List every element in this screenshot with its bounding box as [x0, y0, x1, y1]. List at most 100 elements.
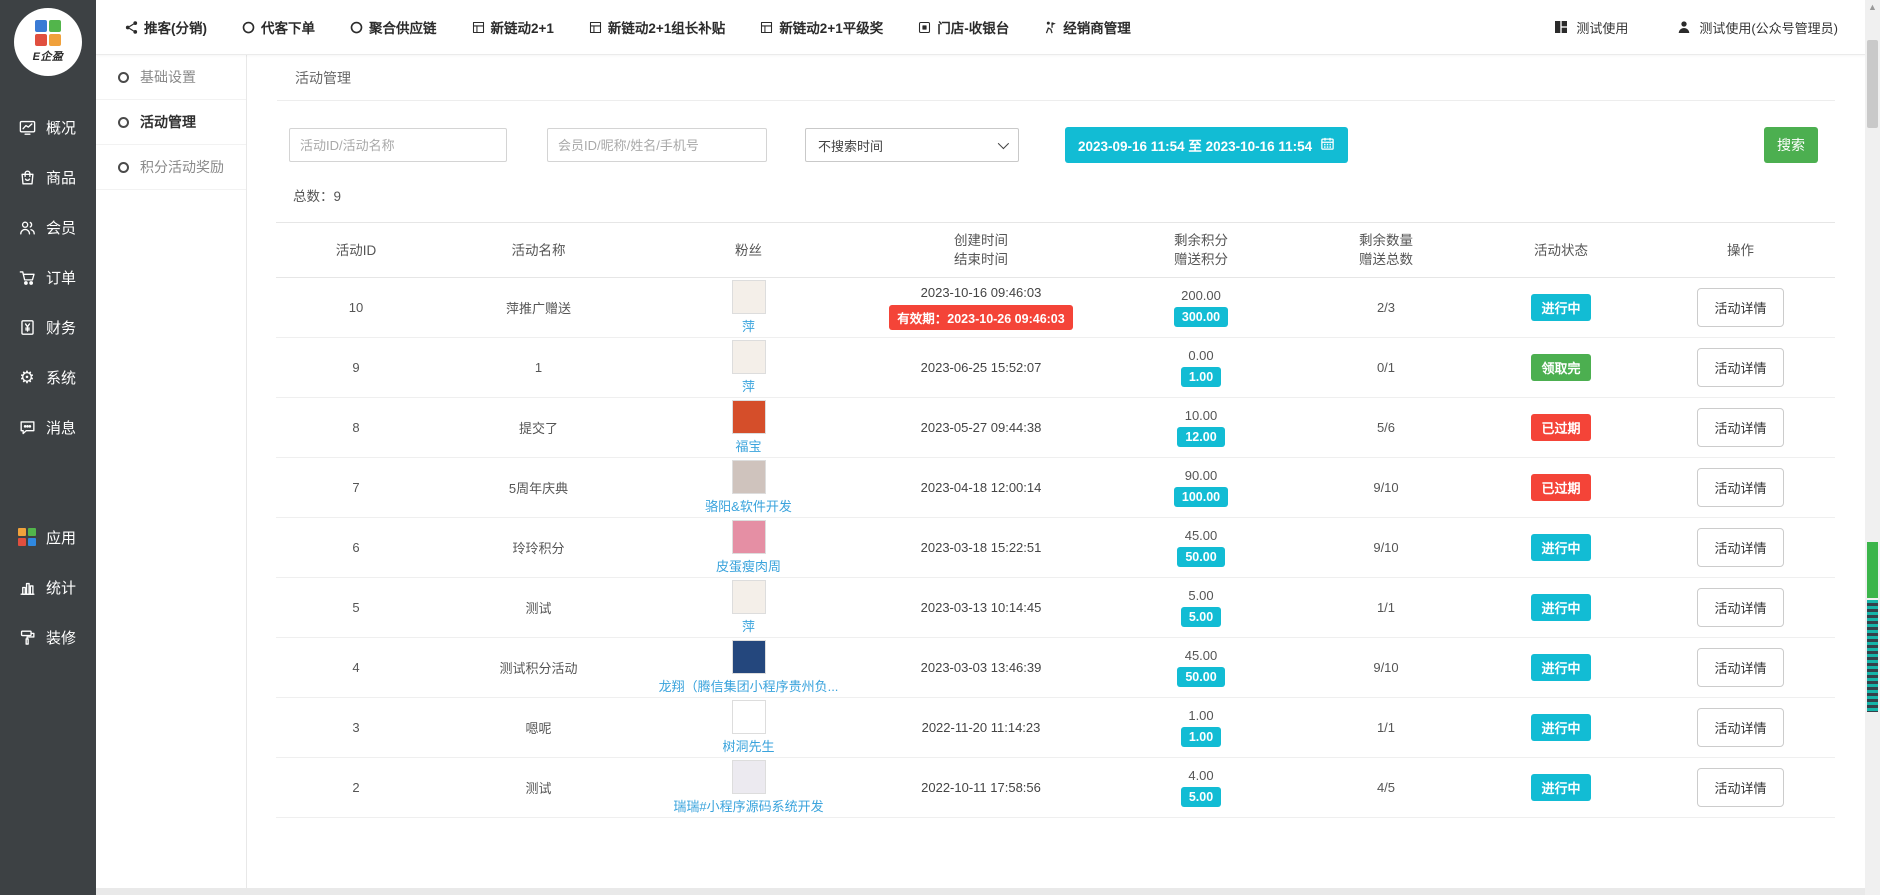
points-cell: 90.00 100.00 — [1106, 468, 1296, 507]
sidebar-label: 财务 — [46, 317, 76, 338]
table-row: 3 嗯呢 树洞先生 2022-11-20 11:14:23 1.00 1.00 … — [276, 698, 1835, 758]
sidebar-item-装修[interactable]: 装修 — [0, 612, 96, 662]
brand-logo[interactable]: E企盈 — [14, 8, 82, 76]
sidebar-item-商品[interactable]: 商品 — [0, 152, 96, 202]
top-bar: 推客(分销) 代客下单 聚合供应链 新链动2+1 新链动2+1组长补贴 新链动2… — [96, 0, 1880, 55]
fan-avatar[interactable] — [732, 400, 766, 434]
vertical-scrollbar[interactable]: ▲ — [1865, 0, 1880, 895]
fan-avatar[interactable] — [732, 340, 766, 374]
status-cell: 进行中 — [1476, 594, 1646, 621]
activity-detail-button[interactable]: 活动详情 — [1697, 648, 1783, 687]
table-row: 2 测试 瑞瑞#小程序源码系统开发 2022-10-11 17:58:56 4.… — [276, 758, 1835, 818]
top-nav-item[interactable]: 代客下单 — [241, 17, 315, 37]
fan-name-link[interactable]: 萍 — [742, 316, 755, 335]
top-nav-item[interactable]: 经销商管理 — [1043, 17, 1131, 37]
fan-name-link[interactable]: 萍 — [742, 616, 755, 635]
top-nav-item[interactable]: 推客(分销) — [124, 17, 207, 37]
gift-points-badge: 12.00 — [1177, 427, 1224, 447]
fan-avatar[interactable] — [732, 760, 766, 794]
fan-avatar[interactable] — [732, 280, 766, 314]
nav-label: 门店-收银台 — [937, 17, 1009, 37]
created-time: 2023-03-18 15:22:51 — [921, 540, 1042, 555]
sidebar-item-财务[interactable]: 财务 — [0, 302, 96, 352]
gift-points-badge: 50.00 — [1177, 547, 1224, 567]
top-nav-item[interactable]: 聚合供应链 — [349, 17, 437, 37]
activity-detail-button[interactable]: 活动详情 — [1697, 468, 1783, 507]
subnav-item-基础设置[interactable]: 基础设置 — [96, 55, 246, 100]
status-cell: 进行中 — [1476, 714, 1646, 741]
quantity-cell: 1/1 — [1296, 600, 1476, 615]
activity-search-input[interactable] — [289, 128, 507, 162]
account-menu[interactable]: 测试使用(公众号管理员) — [1676, 18, 1838, 37]
status-badge: 进行中 — [1531, 534, 1590, 561]
gift-points-badge: 300.00 — [1174, 307, 1228, 327]
bottom-scroll-area — [96, 888, 1865, 895]
sidebar-item-消息[interactable]: 消息 — [0, 402, 96, 452]
sidebar-item-统计[interactable]: 统计 — [0, 562, 96, 612]
search-button[interactable]: 搜索 — [1764, 127, 1818, 163]
time-cell: 2022-11-20 11:14:23 — [856, 720, 1106, 735]
fan-avatar[interactable] — [732, 700, 766, 734]
scrollbar-up-arrow[interactable]: ▲ — [1865, 2, 1880, 12]
table-row: 6 玲玲积分 皮蛋瘦肉周 2023-03-18 15:22:51 45.00 5… — [276, 518, 1835, 578]
fan-name-link[interactable]: 皮蛋瘦肉周 — [716, 556, 781, 575]
sidebar-label: 订单 — [46, 267, 76, 288]
activity-detail-button[interactable]: 活动详情 — [1697, 528, 1783, 567]
workspace-switcher[interactable]: 测试使用 — [1553, 18, 1628, 37]
fan-name-link[interactable]: 萍 — [742, 376, 755, 395]
fan-cell: 福宝 — [641, 400, 856, 455]
action-cell: 活动详情 — [1646, 588, 1835, 627]
table-row: 4 测试积分活动 龙翔（腾信集团小程序贵州负... 2023-03-03 13:… — [276, 638, 1835, 698]
top-nav-item[interactable]: 新链动2+1组长补贴 — [588, 17, 725, 37]
top-nav-item[interactable]: 新链动2+1平级奖 — [759, 17, 883, 37]
fan-name-link[interactable]: 骆阳&软件开发 — [705, 496, 792, 515]
activity-detail-button[interactable]: 活动详情 — [1697, 348, 1783, 387]
activity-detail-button[interactable]: 活动详情 — [1697, 408, 1783, 447]
activity-detail-button[interactable]: 活动详情 — [1697, 768, 1783, 807]
sidebar-item-会员[interactable]: 会员 — [0, 202, 96, 252]
remaining-points: 4.00 — [1188, 768, 1213, 783]
status-badge: 进行中 — [1531, 774, 1590, 801]
top-nav-item[interactable]: 门店-收银台 — [917, 17, 1009, 37]
member-search-input[interactable] — [547, 128, 767, 162]
time-cell: 2023-06-25 15:52:07 — [856, 360, 1106, 375]
action-cell: 活动详情 — [1646, 528, 1835, 567]
fan-name-link[interactable]: 树洞先生 — [722, 736, 774, 755]
nav-label: 代客下单 — [261, 17, 315, 37]
sidebar-item-系统[interactable]: ⚙ 系统 — [0, 352, 96, 402]
activity-name-cell: 玲玲积分 — [436, 538, 641, 557]
activity-table: 活动ID活动名称粉丝创建时间结束时间剩余积分赠送积分剩余数量赠送总数活动状态操作… — [276, 222, 1835, 818]
fan-avatar[interactable] — [732, 580, 766, 614]
filter-bar: 不搜索时间 2023-09-16 11:54 至 2023-10-16 11:5… — [289, 127, 1818, 163]
column-header: 活动ID — [276, 241, 436, 260]
sidebar-item-概况[interactable]: 概况 — [0, 102, 96, 152]
fan-name-link[interactable]: 龙翔（腾信集团小程序贵州负... — [659, 676, 839, 695]
fan-avatar[interactable] — [732, 460, 766, 494]
points-cell: 1.00 1.00 — [1106, 708, 1296, 747]
fan-name-link[interactable]: 福宝 — [735, 436, 761, 455]
circle-icon — [241, 20, 256, 35]
subnav-item-积分活动奖励[interactable]: 积分活动奖励 — [96, 145, 246, 190]
remaining-points: 0.00 — [1188, 348, 1213, 363]
date-range-button[interactable]: 2023-09-16 11:54 至 2023-10-16 11:54 — [1065, 127, 1348, 163]
sidebar-item-订单[interactable]: 订单 — [0, 252, 96, 302]
activity-detail-button[interactable]: 活动详情 — [1697, 588, 1783, 627]
fan-cell: 萍 — [641, 280, 856, 335]
main-content: 活动管理 不搜索时间 2023-09-16 11:54 至 2023-10-16… — [247, 55, 1865, 888]
remaining-points: 45.00 — [1185, 648, 1218, 663]
status-cell: 进行中 — [1476, 294, 1646, 321]
activity-detail-button[interactable]: 活动详情 — [1697, 288, 1783, 327]
top-nav-item[interactable]: 新链动2+1 — [471, 17, 554, 37]
fan-avatar[interactable] — [732, 640, 766, 674]
time-filter-select[interactable]: 不搜索时间 — [805, 128, 1019, 162]
activity-detail-button[interactable]: 活动详情 — [1697, 708, 1783, 747]
account-label: 测试使用(公众号管理员) — [1699, 18, 1838, 37]
scrollbar-thumb[interactable] — [1867, 40, 1878, 128]
quantity-cell: 0/1 — [1296, 360, 1476, 375]
sidebar-item-应用[interactable]: 应用 — [0, 512, 96, 562]
status-badge: 进行中 — [1531, 714, 1590, 741]
fan-name-link[interactable]: 瑞瑞#小程序源码系统开发 — [673, 796, 823, 815]
subnav-item-活动管理[interactable]: 活动管理 — [96, 100, 246, 145]
fan-avatar[interactable] — [732, 520, 766, 554]
status-badge: 已过期 — [1531, 474, 1590, 501]
